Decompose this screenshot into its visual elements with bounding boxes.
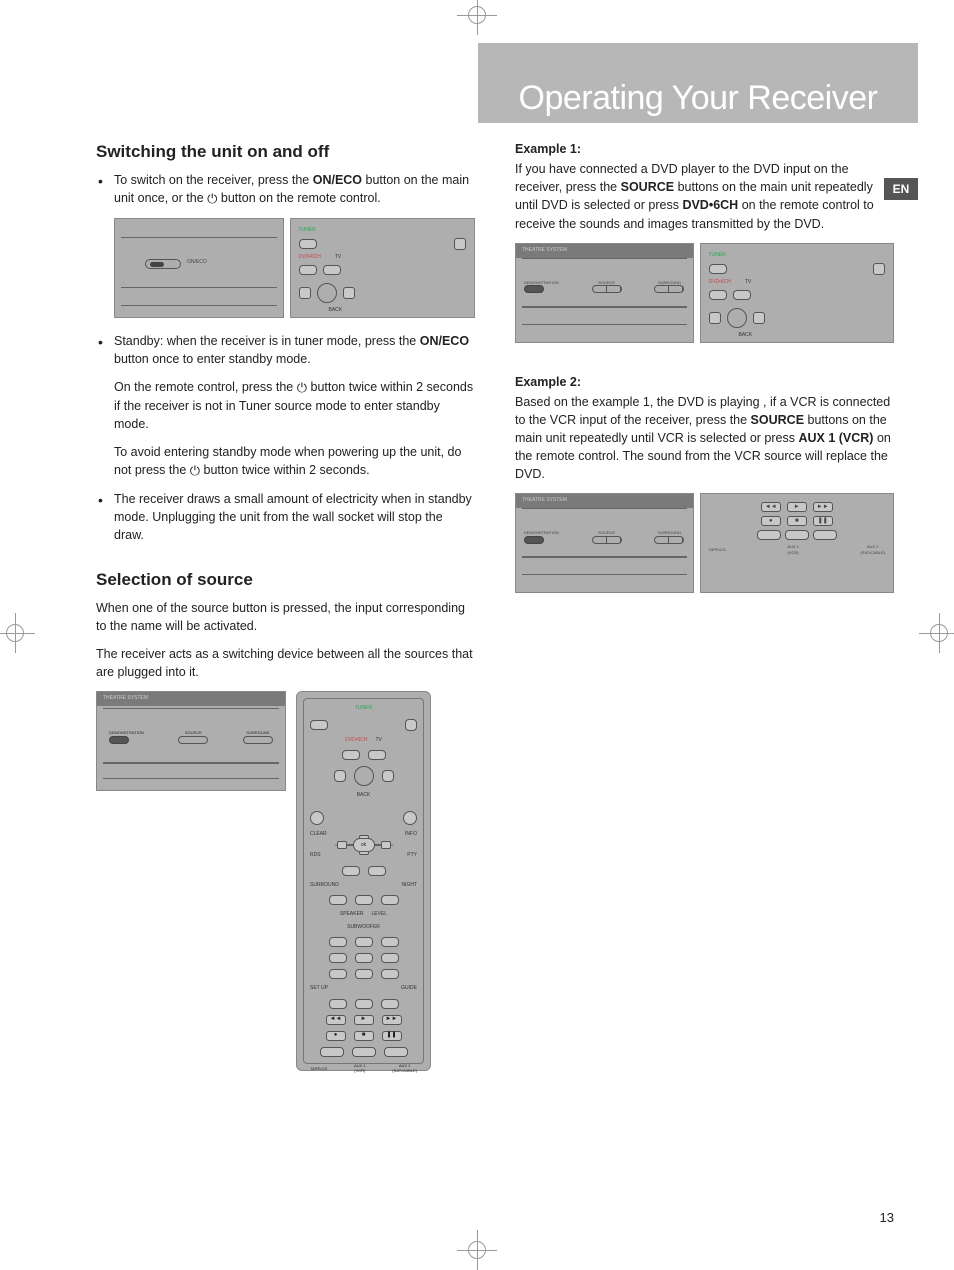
figure-ex1-main-unit: THEATRE SYSTEM DEMONSTRATION SOURCE SURR… (515, 243, 694, 343)
figure-remote-top: TUNER DVD•6CHTV BACK (290, 218, 476, 318)
figure-example-2: THEATRE SYSTEM DEMONSTRATION SOURCE SURR… (515, 493, 894, 593)
figure-ex2-main-unit: THEATRE SYSTEM DEMONSTRATION SOURCE SURR… (515, 493, 694, 593)
figure-remote-full: TUNER DVD•6CHTV BACK CLEARINFO ok RDSPTY… (296, 691, 431, 1071)
example-1-text: If you have connected a DVD player to th… (515, 160, 894, 233)
left-column: Switching the unit on and off To switch … (96, 140, 475, 1085)
power-icon (190, 463, 200, 477)
figure-switching: ON/ECO TUNER DVD•6CHTV BACK (114, 218, 475, 318)
example-1-head: Example 1: (515, 140, 894, 158)
para-remote-twice: On the remote control, press the button … (96, 378, 475, 433)
page-title-band: Operating Your Receiver (478, 43, 918, 123)
page-number: 13 (880, 1210, 894, 1225)
oneco-button-icon (145, 259, 181, 269)
power-icon (297, 380, 307, 394)
figure-selection-source: THEATRE SYSTEM DEMONSTRATION SOURCE SURR… (96, 691, 475, 1071)
para-avoid-standby: To avoid entering standby mode when powe… (96, 443, 475, 480)
example-2-head: Example 2: (515, 373, 894, 391)
para-source-1: When one of the source button is pressed… (96, 599, 475, 635)
figure-ex1-remote: TUNER DVD•6CHTV BACK (700, 243, 895, 343)
para-source-2: The receiver acts as a switching device … (96, 645, 475, 681)
right-column: Example 1: If you have connected a DVD p… (515, 140, 894, 1085)
figure-main-unit-oneco: ON/ECO (114, 218, 284, 318)
example-2-text: Based on the example 1, the DVD is playi… (515, 393, 894, 484)
power-icon (207, 191, 217, 205)
heading-switching: Switching the unit on and off (96, 140, 475, 165)
crop-mark-top (457, 0, 497, 35)
crop-mark-bottom (457, 1230, 497, 1270)
figure-example-1: THEATRE SYSTEM DEMONSTRATION SOURCE SURR… (515, 243, 894, 343)
crop-mark-right (919, 613, 954, 653)
remote-dpad: ok (334, 844, 394, 846)
remote-power-btn (454, 238, 466, 250)
figure-ex2-remote: ◄◄►►► ●■❚❚ TAPE•CDAUX 1 (VCR)AUX 2 (SAT•… (700, 493, 895, 593)
bullet-standby: Standby: when the receiver is in tuner m… (96, 332, 475, 368)
heading-selection-source: Selection of source (96, 568, 475, 593)
remote-tuner-btn (299, 239, 317, 249)
crop-mark-left (0, 613, 35, 653)
bullet-switch-on: To switch on the receiver, press the ON/… (96, 171, 475, 208)
bullet-electricity-draw: The receiver draws a small amount of ele… (96, 490, 475, 544)
figure-main-unit-source: THEATRE SYSTEM DEMONSTRATION SOURCE SURR… (96, 691, 286, 791)
page-title: Operating Your Receiver (519, 79, 878, 118)
